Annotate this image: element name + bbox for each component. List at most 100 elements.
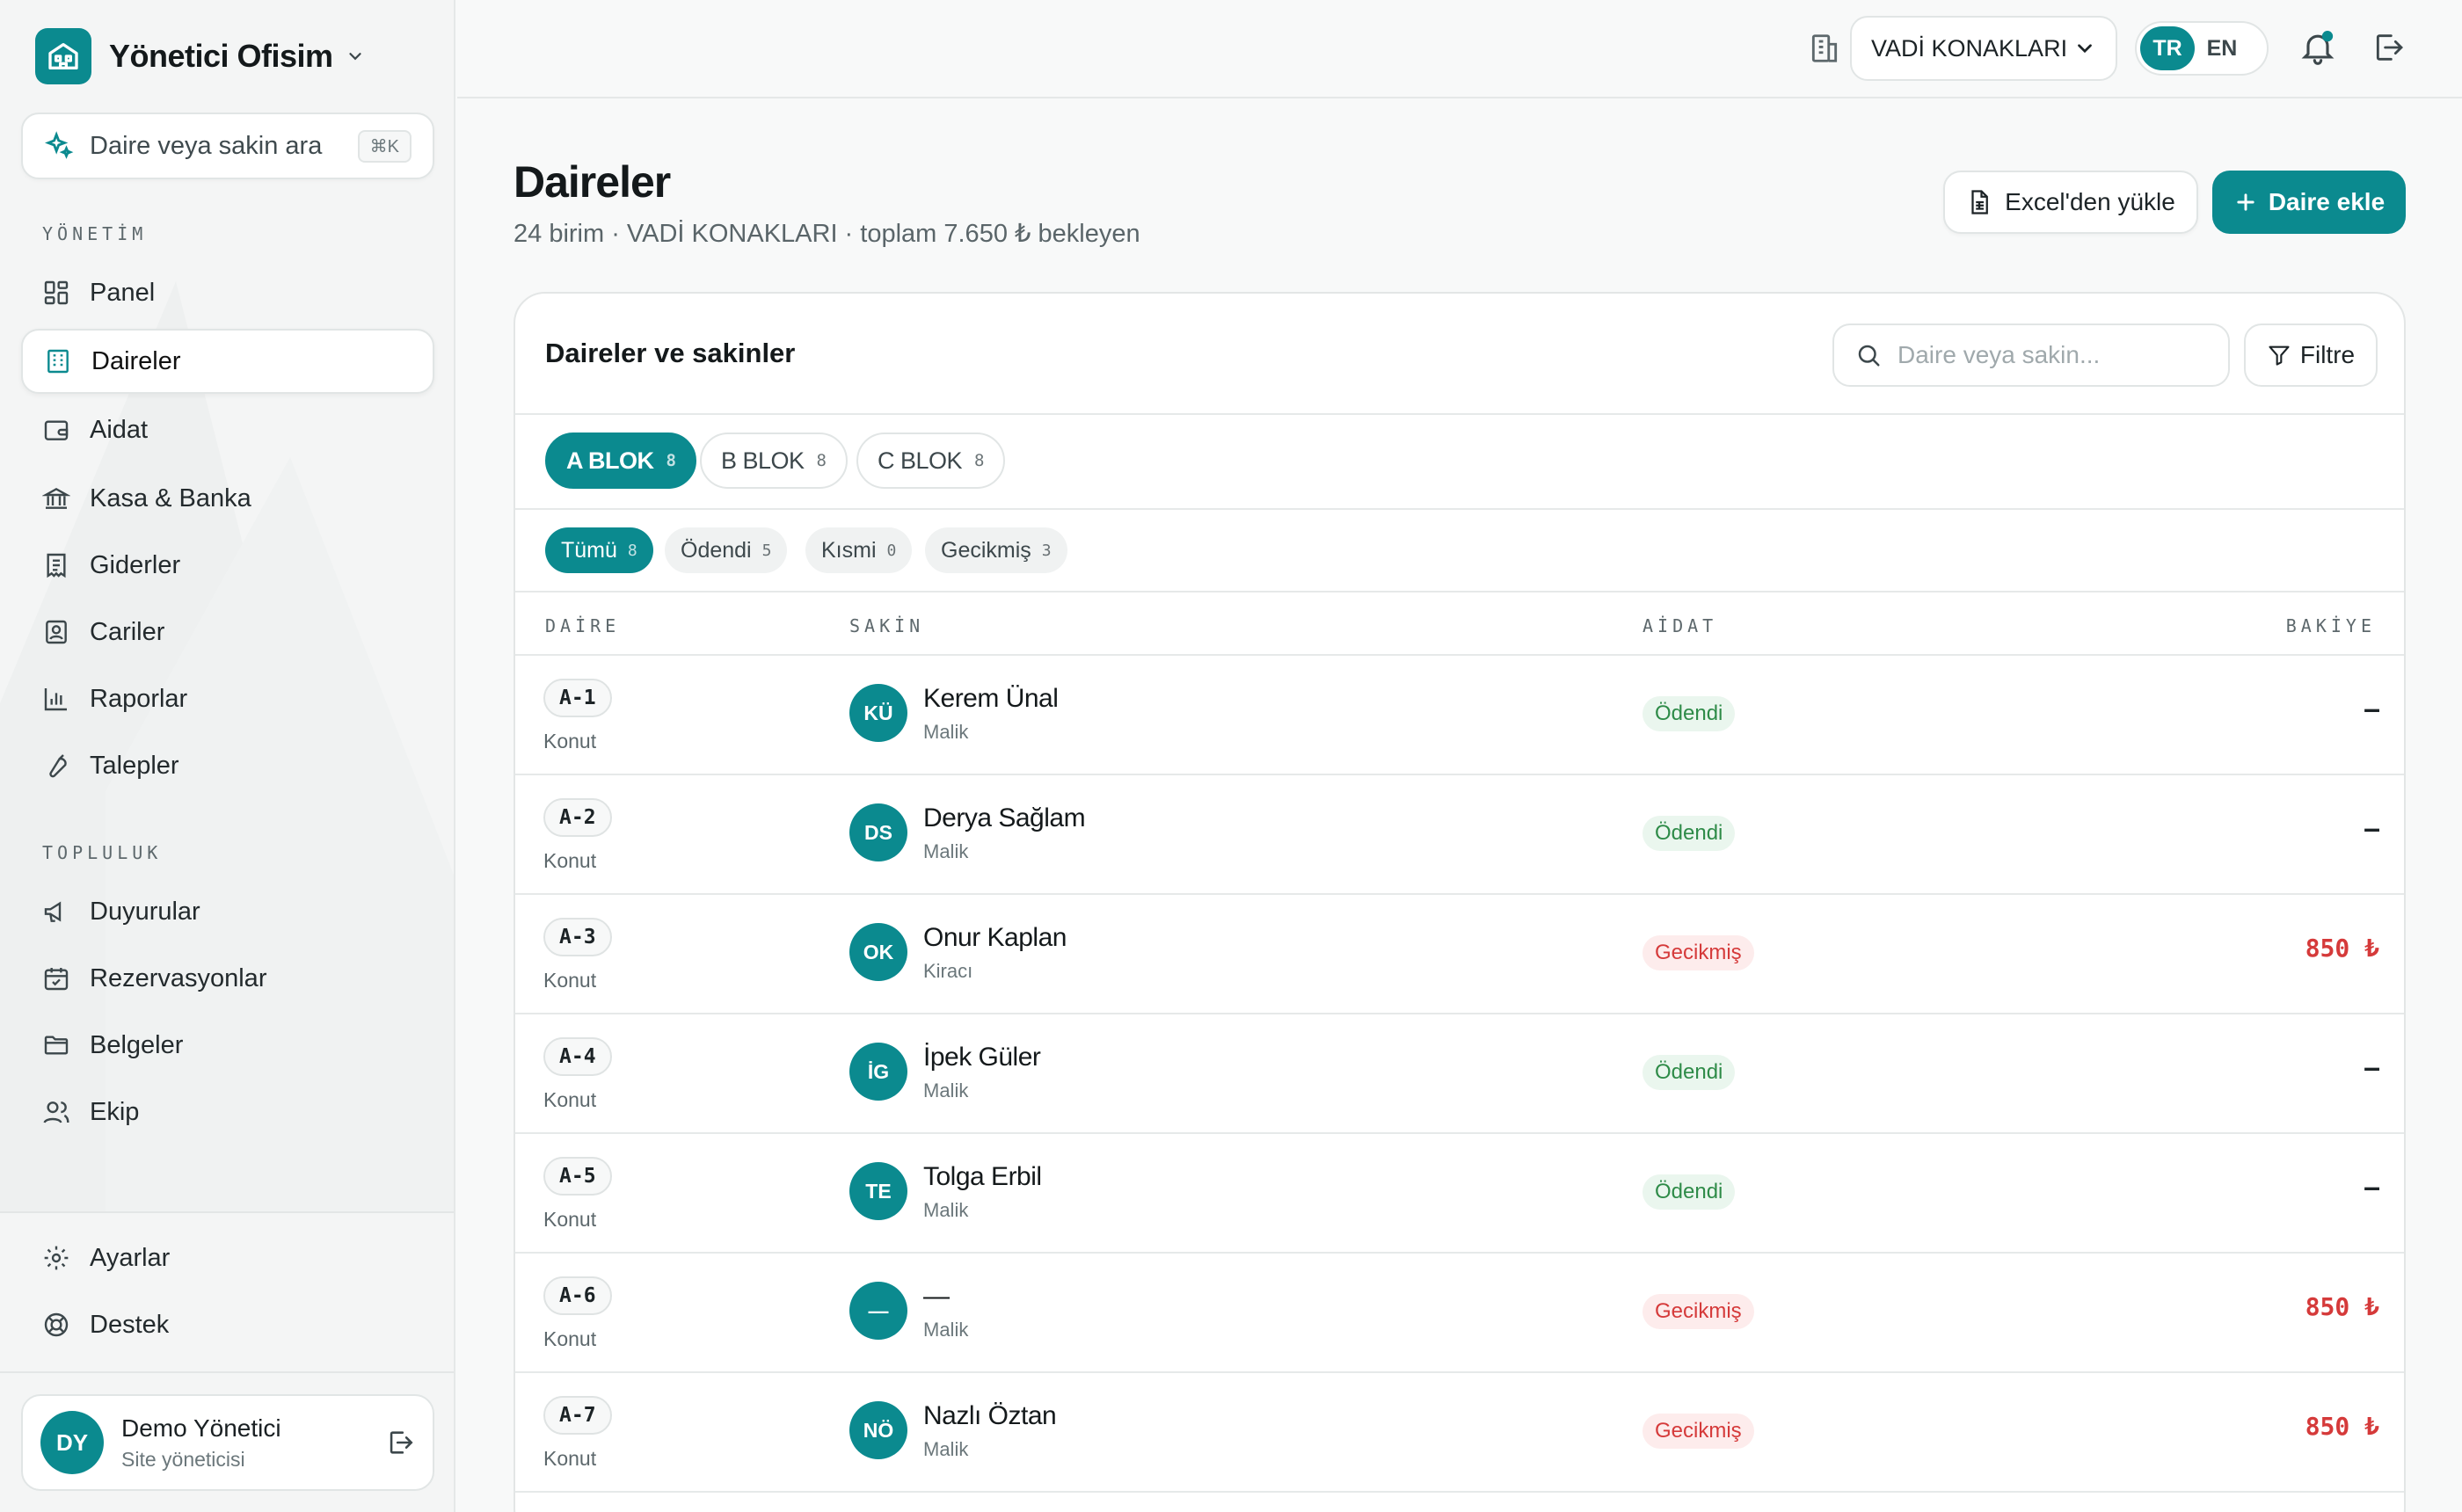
unit-search-input[interactable]: Daire veya sakin... [1832,323,2230,387]
tab-a-blok[interactable]: A BLOK 8 [545,433,697,489]
status-badge: Gecikmiş [1643,1414,1754,1449]
chevron-down-icon [2078,44,2092,54]
balance-value: 850 ₺ [2305,1292,2379,1321]
contact-book-icon [46,620,67,644]
user-card[interactable]: DY Demo Yönetici Site yöneticisi [21,1394,434,1491]
status-filter-paid[interactable]: Ödendi 5 [665,527,788,573]
sidebar: Yönetici Ofisim Daire veya sakin ara ⌘K … [0,0,455,1512]
building-logo-icon [35,28,91,84]
brand-name: Yönetici Ofisim [109,38,333,74]
status-filter-late[interactable]: Gecikmiş 3 [925,527,1067,573]
tab-b-blok[interactable]: B BLOK 8 [700,433,848,489]
search-placeholder: Daire veya sakin... [1897,341,2101,368]
avatar: İG [849,1043,907,1101]
tab-label: A BLOK [566,447,654,474]
status-filter-all[interactable]: Tümü 8 [545,527,653,573]
unit-type: Konut [543,969,597,992]
unit-code: A-3 [543,918,612,956]
sidebar-item-ekip[interactable]: Ekip [21,1079,434,1145]
tab-label: B BLOK [721,447,805,474]
language-en-button[interactable]: EN [2195,26,2249,70]
sidebar-item-ayarlar[interactable]: Ayarlar [21,1225,434,1290]
balance-value: — [2364,1053,2379,1082]
notification-button[interactable] [2298,28,2337,67]
sidebar-item-label: Ekip [90,1097,140,1126]
sidebar-item-raporlar[interactable]: Raporlar [21,666,434,731]
sidebar-item-label: Talepler [90,751,179,780]
sidebar-item-label: Aidat [90,415,149,444]
unit-code: A-7 [543,1396,612,1435]
column-header-unit[interactable]: DAİRE [545,615,620,636]
column-header-dues[interactable]: AİDAT [1643,615,1717,636]
sidebar-item-belgeler[interactable]: Belgeler [21,1013,434,1078]
building-icon [47,349,69,374]
add-unit-button[interactable]: Daire ekle [2212,171,2406,234]
table-row[interactable]: A-5 Konut TE Tolga Erbil Malik Ödendi — [515,1134,2404,1254]
sidebar-item-destek[interactable]: Destek [21,1292,434,1357]
site-select[interactable]: VADİ KONAKLARI [1850,16,2117,81]
unit-code: A-4 [543,1037,612,1076]
sparkle-search-icon [44,131,74,159]
users-icon [43,1101,69,1123]
user-info: Demo Yönetici Site yöneticisi [121,1414,385,1472]
table-row[interactable]: A-4 Konut İG İpek Güler Malik Ödendi — [515,1014,2404,1134]
sidebar-item-label: Ayarlar [90,1243,171,1272]
column-header-balance[interactable]: BAKİYE [2286,615,2376,636]
user-role: Site yöneticisi [121,1447,245,1471]
logout-icon[interactable] [385,1428,415,1457]
sidebar-item-talepler[interactable]: Talepler [21,733,434,798]
resident-role: Malik [923,1438,969,1460]
card-title: Daireler ve sakinler [545,338,796,368]
page-subtitle: 24 birim · VADİ KONAKLARI · toplam 7.650… [514,220,1140,248]
filter-chip-count: 0 [886,541,897,560]
resident-name: Derya Sağlam [923,803,1086,832]
brand-switcher[interactable]: Yönetici Ofisim [35,28,365,84]
import-excel-button[interactable]: Excel'den yükle [1943,171,2198,234]
sidebar-item-duyurular[interactable]: Duyurular [21,879,434,944]
bar-chart-icon [44,688,67,711]
avatar: DS [849,803,907,861]
filter-button[interactable]: Filtre [2244,323,2378,387]
tab-label: C BLOK [878,447,963,474]
resident-name: Onur Kaplan [923,923,1067,952]
table-row[interactable]: A-6 Konut — — Malik Gecikmiş 850 ₺ [515,1254,2404,1373]
sidebar-search[interactable]: Daire veya sakin ara ⌘K [21,113,434,179]
sidebar-item-cariler[interactable]: Cariler [21,600,434,665]
status-badge: Ödendi [1643,696,1736,731]
status-badge: Gecikmiş [1643,935,1754,970]
sidebar-item-label: Belgeler [90,1030,184,1059]
unit-type: Konut [543,1088,597,1111]
resident-name: — [923,1282,950,1311]
section-label-management: YÖNETİM [42,223,148,244]
table-row[interactable]: A-7 Konut NÖ Nazlı Öztan Malik Gecikmiş … [515,1373,2404,1493]
status-badge: Ödendi [1643,1174,1736,1210]
sidebar-item-daireler[interactable]: Daireler [21,329,434,394]
sidebar-item-rezervasyonlar[interactable]: Rezervasyonlar [21,946,434,1011]
divider [515,591,2404,592]
divider [515,413,2404,415]
shortcut-badge: ⌘K [357,129,412,163]
unit-code: A-5 [543,1157,612,1196]
logout-button[interactable] [2371,30,2409,69]
table-row[interactable]: A-3 Konut OK Onur Kaplan Kiracı Gecikmiş… [515,895,2404,1014]
avatar: — [849,1282,907,1340]
resident-role: Malik [923,1319,969,1341]
filter-chip-label: Gecikmiş [941,537,1031,563]
sidebar-item-giderler[interactable]: Giderler [21,533,434,598]
table-row[interactable]: A-2 Konut DS Derya Sağlam Malik Ödendi — [515,775,2404,895]
sidebar-item-aidat[interactable]: Aidat [21,397,434,462]
resident-role: Malik [923,721,969,743]
table-row[interactable]: A-1 Konut KÜ Kerem Ünal Malik Ödendi — [515,656,2404,775]
sidebar-item-panel[interactable]: Panel [21,260,434,325]
sidebar-item-label: Rezervasyonlar [90,963,267,992]
balance-value: — [2364,694,2379,723]
tab-count: 8 [666,451,676,470]
tab-c-blok[interactable]: C BLOK 8 [856,433,1005,489]
column-header-resident[interactable]: SAKİN [849,615,924,636]
balance-value: 850 ₺ [2305,934,2379,963]
balance-value: 850 ₺ [2305,1412,2379,1441]
language-tr-button[interactable]: TR [2140,26,2195,70]
status-filter-partial[interactable]: Kısmi 0 [805,527,913,573]
sidebar-item-kasa-banka[interactable]: Kasa & Banka [21,466,434,531]
page-title: Daireler [514,157,671,207]
